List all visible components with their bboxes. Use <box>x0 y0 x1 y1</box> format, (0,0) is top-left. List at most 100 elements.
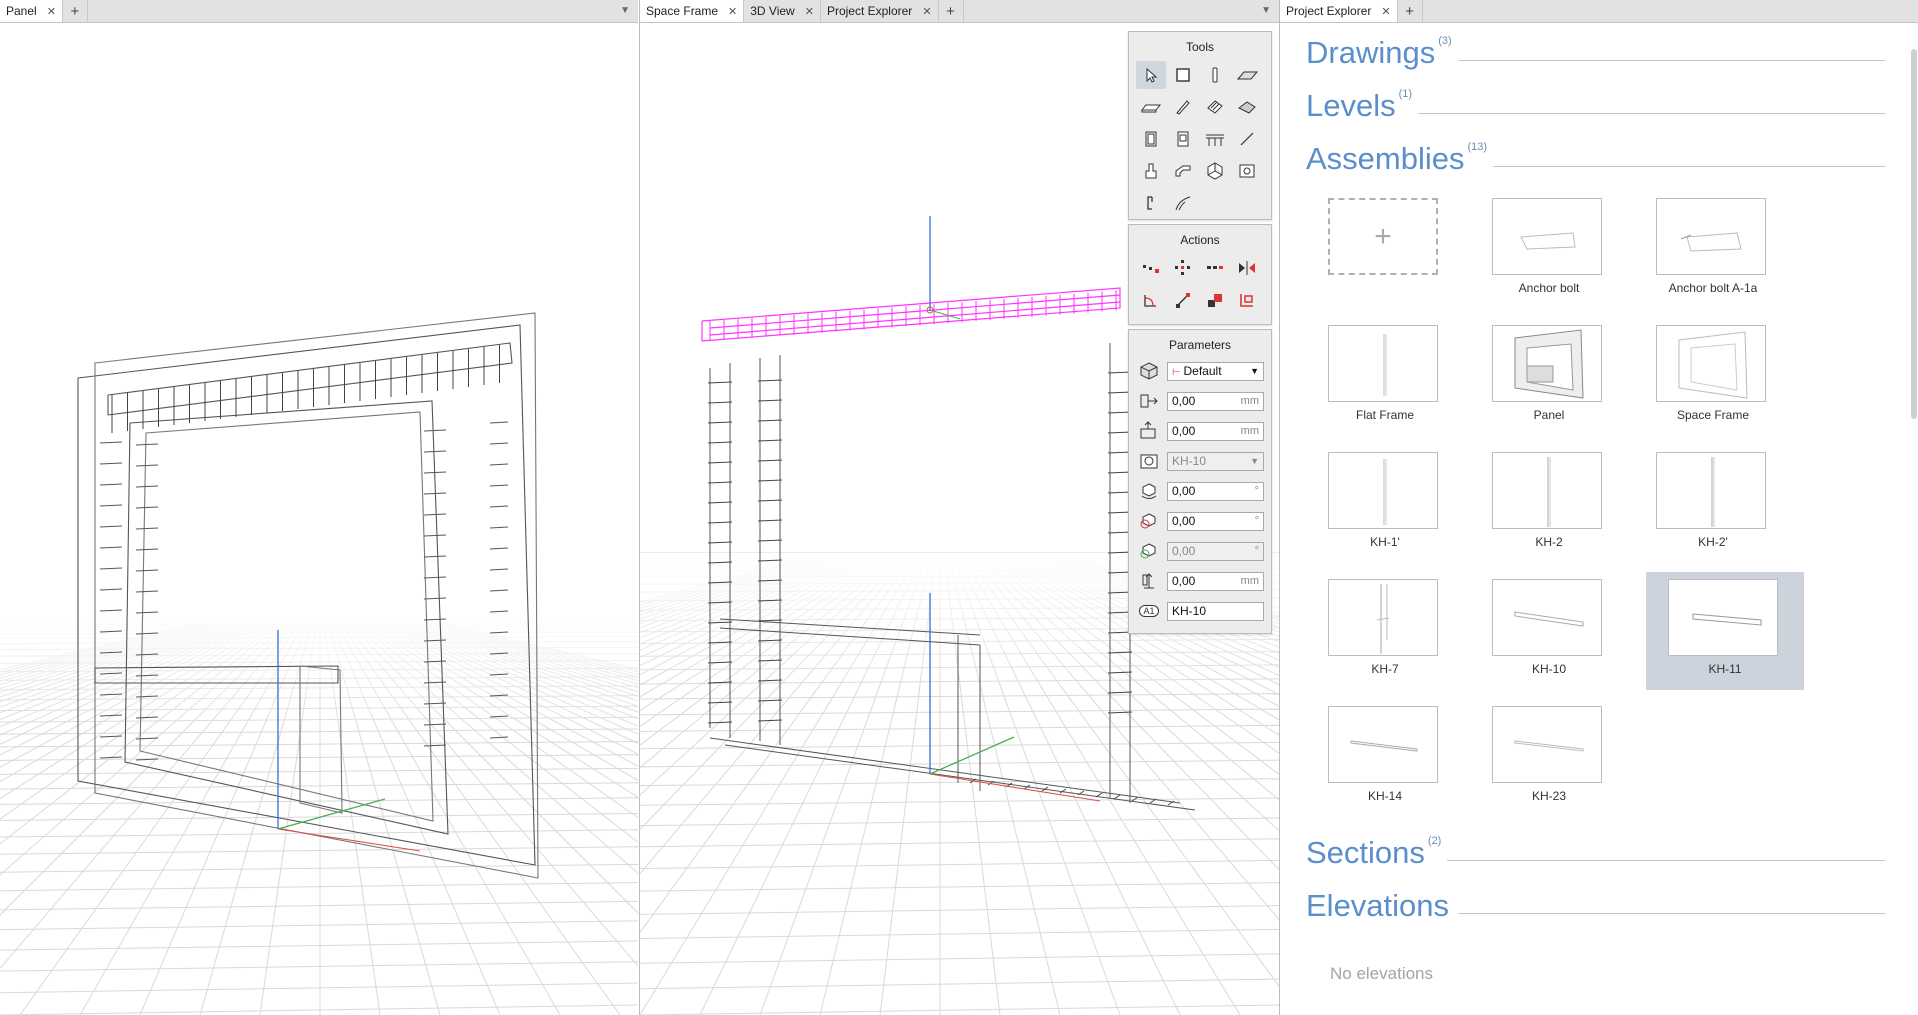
assembly-card[interactable]: KH-7 <box>1306 572 1464 690</box>
section-elevations[interactable]: Elevations <box>1306 890 1885 921</box>
tab-3d-view[interactable]: 3D View ✕ <box>744 0 821 22</box>
unit-label: ° <box>1254 485 1259 497</box>
assembly-card-selected[interactable]: KH-11 <box>1646 572 1804 690</box>
panel-3d-viewport[interactable] <box>0 23 638 1015</box>
project-explorer-pane: Project Explorer ✕ + Drawings (3) Levels… <box>1279 0 1918 1015</box>
bent-bar-tool-button[interactable] <box>1168 157 1198 185</box>
caret-down-icon: ▼ <box>1250 456 1259 466</box>
section-assemblies[interactable]: Assemblies (13) <box>1306 141 1885 174</box>
assembly-select[interactable]: KH-10 ▼ <box>1167 451 1264 471</box>
scrollbar[interactable] <box>1911 49 1917 419</box>
assembly-card[interactable]: KH-10 <box>1470 572 1628 690</box>
hook-tool-button[interactable] <box>1136 189 1166 217</box>
assembly-thumbnail <box>1656 198 1766 275</box>
assembly-thumbnail <box>1328 706 1438 783</box>
no-elevations-text: No elevations <box>1330 964 1434 983</box>
tab-panel[interactable]: Panel ✕ <box>0 0 63 22</box>
chevron-down-icon[interactable]: ▼ <box>1261 5 1271 16</box>
embed-tool-button[interactable] <box>1232 157 1262 185</box>
offset-y-field[interactable]: 0,00 mm <box>1167 421 1264 441</box>
offset-y-icon <box>1135 421 1163 441</box>
chevron-down-icon[interactable]: ▼ <box>620 5 630 16</box>
add-assembly-card[interactable]: + <box>1306 191 1464 309</box>
add-tab-button[interactable]: + <box>63 0 88 22</box>
assembly-card[interactable]: KH-2' <box>1634 445 1792 563</box>
rotate-action-button[interactable] <box>1136 286 1166 314</box>
rotation-y-field[interactable]: 0,00 ° <box>1167 541 1264 561</box>
plate-tool-button[interactable] <box>1136 93 1166 121</box>
elevation-field[interactable]: 0,00 mm <box>1167 571 1264 591</box>
assembly-card[interactable]: Panel <box>1470 318 1628 436</box>
tools-grid <box>1129 58 1271 226</box>
add-tab-button[interactable]: + <box>939 0 964 22</box>
placement-select[interactable]: ⊢ Default ▼ <box>1167 361 1264 381</box>
copy-action-button[interactable] <box>1200 254 1230 282</box>
tab-project-explorer[interactable]: Project Explorer ✕ <box>820 0 939 22</box>
mirror-action-button[interactable] <box>1232 254 1262 282</box>
section-title: Levels <box>1306 88 1396 123</box>
assembly-card[interactable]: Anchor bolt A-1a <box>1634 191 1792 309</box>
scale-action-button[interactable] <box>1168 286 1198 314</box>
assembly-card[interactable]: KH-23 <box>1470 699 1628 817</box>
line-tool-button[interactable] <box>1232 125 1262 153</box>
offset-y-value: 0,00 <box>1172 424 1196 438</box>
anchor-tool-button[interactable] <box>1136 157 1166 185</box>
section-sections[interactable]: Sections (2) <box>1306 835 1885 870</box>
mesh-tool-button[interactable] <box>1200 157 1230 185</box>
slab-tool-button[interactable] <box>1232 61 1262 89</box>
unit-label: mm <box>1240 425 1259 437</box>
assembly-thumbnail <box>1656 452 1766 529</box>
section-count: (3) <box>1438 35 1452 47</box>
beam-tool-button[interactable] <box>1168 93 1198 121</box>
assembly-card[interactable]: KH-2 <box>1470 445 1628 563</box>
rotation-z-field[interactable]: 0,00 ° <box>1167 481 1264 501</box>
offset-action-button[interactable] <box>1200 286 1230 314</box>
section-drawings[interactable]: Drawings (3) <box>1306 35 1885 68</box>
panel-view-pane: Panel ✕ + ▼ <box>0 0 638 1015</box>
name-field[interactable]: KH-10 <box>1167 601 1264 621</box>
offset-x-field[interactable]: 0,00 mm <box>1167 391 1264 411</box>
assembly-card[interactable]: KH-14 <box>1306 699 1464 817</box>
divider <box>1493 166 1885 167</box>
section-title: Sections <box>1306 835 1425 870</box>
add-assembly-button[interactable]: + <box>1328 198 1438 275</box>
tab-project-explorer[interactable]: Project Explorer ✕ <box>1280 0 1398 22</box>
close-icon[interactable]: ✕ <box>922 5 931 18</box>
tab-space-frame[interactable]: Space Frame ✕ <box>640 0 745 22</box>
split-action-button[interactable] <box>1232 286 1262 314</box>
assembly-card[interactable]: Flat Frame <box>1306 318 1464 436</box>
curve-tool-button[interactable] <box>1168 189 1198 217</box>
name-value: KH-10 <box>1172 604 1207 618</box>
close-icon[interactable]: ✕ <box>47 5 56 18</box>
assembly-card[interactable]: KH-1' <box>1306 445 1464 563</box>
close-icon[interactable]: ✕ <box>805 5 814 18</box>
rotation-x-field[interactable]: 0,00 ° <box>1167 511 1264 531</box>
assembly-thumbnail <box>1492 325 1602 402</box>
close-icon[interactable]: ✕ <box>728 5 737 18</box>
assembly-card[interactable]: Space Frame <box>1634 318 1792 436</box>
section-levels[interactable]: Levels (1) <box>1306 88 1885 123</box>
move-action-button[interactable] <box>1136 254 1166 282</box>
close-icon[interactable]: ✕ <box>1381 5 1390 18</box>
plus-icon: + <box>1405 2 1414 20</box>
wall-tool-button[interactable] <box>1168 61 1198 89</box>
column-tool-button[interactable] <box>1200 61 1230 89</box>
array-action-button[interactable] <box>1168 254 1198 282</box>
rotate-z-icon <box>1135 481 1163 501</box>
assembly-thumbnail <box>1668 579 1778 656</box>
railing-tool-button[interactable] <box>1200 125 1230 153</box>
rotate-y-icon <box>1135 541 1163 561</box>
parameters-title: Parameters <box>1168 338 1232 352</box>
roof-tool-button[interactable] <box>1232 93 1262 121</box>
select-tool-button[interactable] <box>1136 61 1166 89</box>
offset-icon <box>1208 294 1222 307</box>
window-tool-button[interactable] <box>1168 125 1198 153</box>
assembly-card[interactable]: Anchor bolt <box>1470 191 1628 309</box>
axes-icon: ⊢ <box>1172 367 1184 378</box>
window-icon <box>1177 131 1189 147</box>
add-tab-button[interactable]: + <box>1398 0 1423 22</box>
array-icon <box>1175 260 1190 275</box>
door-tool-button[interactable] <box>1136 125 1166 153</box>
rebar-set-tool-button[interactable] <box>1200 93 1230 121</box>
param-row-rotation-y: 0,00 ° <box>1129 536 1271 566</box>
